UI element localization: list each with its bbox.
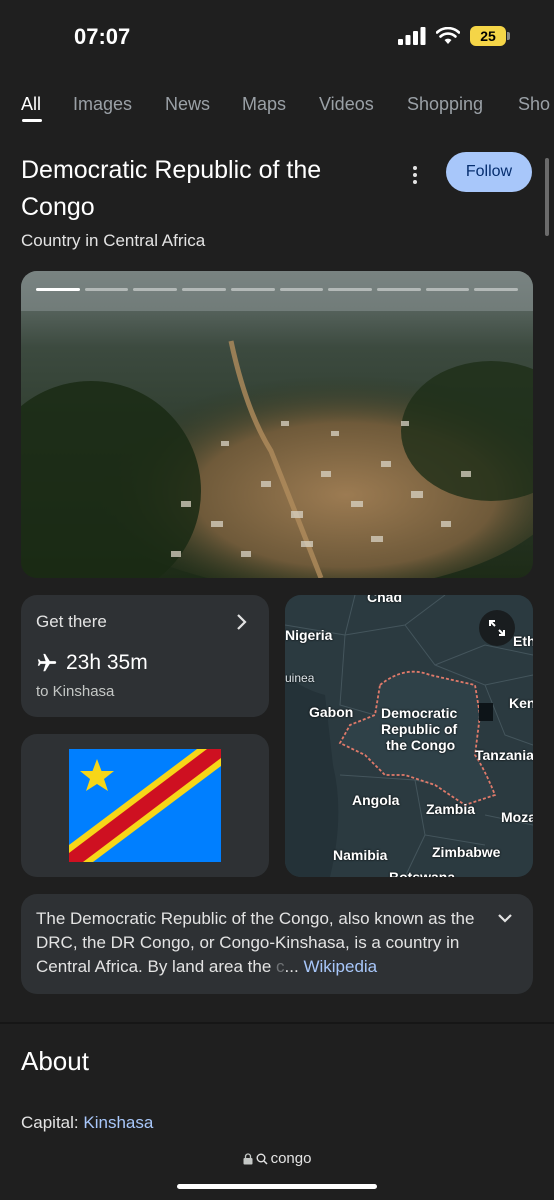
map-card[interactable]: Chad Nigeria Eth uinea Gabon Ken Democra… (285, 595, 533, 877)
flight-duration: 23h 35m (36, 651, 148, 675)
status-time: 07:07 (74, 24, 131, 49)
slideshow-progress (36, 288, 519, 291)
flag-card[interactable] (21, 734, 269, 877)
status-icons: 25 (398, 26, 510, 46)
expand-map-icon[interactable] (479, 610, 515, 646)
chevron-down-icon[interactable] (495, 908, 515, 928)
get-there-card[interactable]: Get there 23h 35m to Kinshasa (21, 595, 269, 717)
lock-icon (243, 1152, 253, 1164)
map-label-tanzania: Tanzania (475, 747, 533, 763)
tab-images[interactable]: Images (73, 94, 132, 115)
map-label-guinea: uinea (285, 671, 315, 685)
entity-title: Democratic Republic of the Congo (21, 156, 322, 221)
map-label-drc-1: Democratic (381, 705, 458, 721)
description-card[interactable]: The Democratic Republic of the Congo, al… (21, 894, 533, 994)
description-text: The Democratic Republic of the Congo, al… (36, 907, 492, 979)
description-fade: c (271, 957, 285, 976)
battery-indicator: 25 (470, 26, 510, 46)
aerial-village-photo (21, 271, 533, 578)
map-label-mozambique: Moza (501, 809, 533, 825)
wikipedia-link[interactable]: Wikipedia (303, 957, 377, 976)
search-icon (256, 1153, 268, 1165)
description-ellipsis: ... (284, 957, 304, 976)
section-divider (0, 1022, 554, 1024)
follow-button[interactable]: Follow (446, 152, 532, 192)
search-tabs: All Images News Maps Videos Shopping Sho (0, 76, 554, 136)
airplane-icon (37, 653, 57, 672)
tab-maps[interactable]: Maps (242, 94, 286, 115)
about-heading: About (21, 1046, 89, 1076)
url-display[interactable]: congo (0, 1150, 554, 1167)
drc-flag-image (69, 749, 221, 862)
map-label-angola: Angola (352, 792, 400, 808)
scrollbar[interactable] (545, 158, 549, 236)
url-query: congo (270, 1150, 312, 1167)
get-there-title: Get there (36, 612, 107, 631)
description-body: The Democratic Republic of the Congo, al… (36, 909, 475, 976)
map-label-kenya: Ken (509, 695, 533, 711)
map-label-drc-2: Republic of (381, 721, 458, 737)
map-label-chad: Chad (367, 595, 402, 605)
more-options-icon[interactable] (404, 160, 426, 190)
url-bar[interactable]: congo (0, 1142, 554, 1200)
map-label-gabon: Gabon (309, 704, 354, 720)
signal-icon (398, 27, 426, 45)
map-label-zimbabwe: Zimbabwe (432, 844, 501, 860)
map-label-nigeria: Nigeria (285, 627, 333, 643)
chevron-right-icon (235, 612, 249, 638)
active-tab-indicator (22, 119, 42, 122)
tab-news[interactable]: News (165, 94, 210, 115)
capital-row: Capital: Kinshasa (21, 1113, 153, 1133)
entity-subtitle: Country in Central Africa (21, 231, 206, 250)
wifi-icon (436, 27, 460, 44)
duration-text: 23h 35m (66, 651, 148, 674)
tab-all[interactable]: All (21, 94, 41, 115)
map-label-namibia: Namibia (333, 847, 388, 863)
home-indicator[interactable] (177, 1184, 377, 1189)
map-label-zambia: Zambia (426, 801, 476, 817)
tab-more[interactable]: Sho (518, 94, 550, 115)
tab-shopping[interactable]: Shopping (407, 94, 483, 115)
hero-image[interactable] (21, 271, 533, 578)
destination-text: to Kinshasa (36, 683, 115, 700)
status-bar: 07:07 25 (0, 0, 554, 76)
capital-label: Capital: (21, 1113, 84, 1132)
map-label-ethiopia: Eth (513, 633, 533, 649)
map-label-drc-3: the Congo (386, 737, 456, 753)
capital-link[interactable]: Kinshasa (83, 1113, 153, 1132)
map-label-botswana: Botswana (389, 869, 456, 877)
tab-videos[interactable]: Videos (319, 94, 374, 115)
